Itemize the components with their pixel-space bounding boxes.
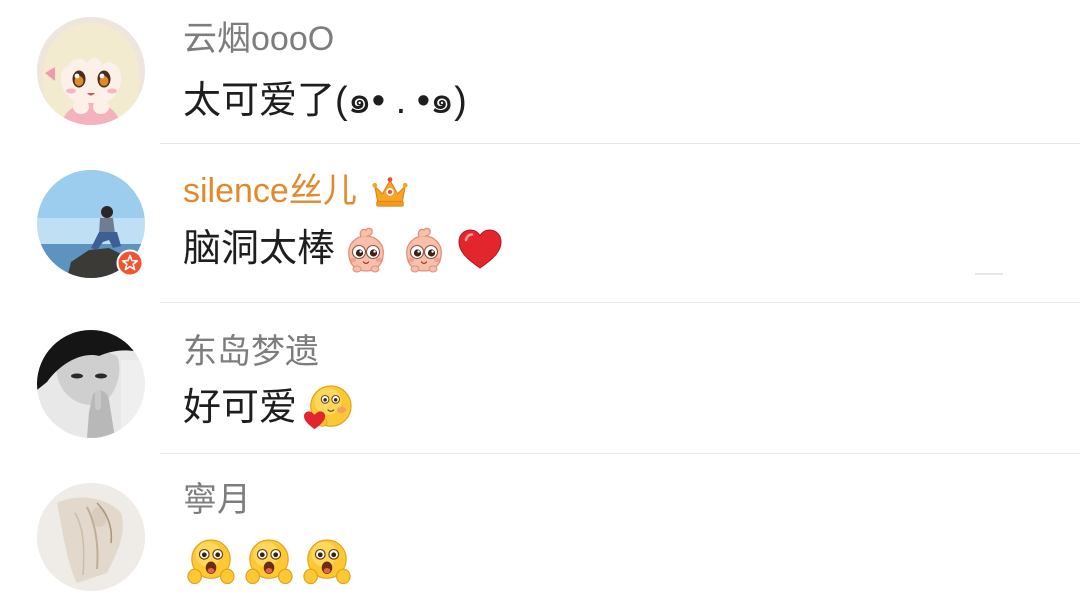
comment-text: 好可爱 <box>183 387 298 429</box>
avatar-image <box>37 483 145 591</box>
hands-face-emoji <box>185 538 237 586</box>
divider-mark <box>975 273 1003 275</box>
comment-item: 寧月 <box>0 454 1080 604</box>
hands-face-emoji <box>301 538 353 586</box>
comment-item: 东岛梦遗 好可爱 <box>0 303 1080 453</box>
comment-content: 脑洞太棒 <box>183 224 504 274</box>
username[interactable]: silence丝儿 <box>183 170 357 212</box>
comment-list: 云烟oooO 太可爱了(๑• . •๑) silence丝儿 脑洞太棒 东岛梦遗… <box>0 0 1080 604</box>
username[interactable]: 寧月 <box>183 479 251 521</box>
username-line: 云烟oooO <box>183 18 334 60</box>
comment-text: 太可爱了(๑• . •๑) <box>183 80 467 122</box>
comment-text: 脑洞太棒 <box>183 228 336 270</box>
comment-content: 好可爱 <box>183 383 354 433</box>
blushing-heart-emoji <box>302 384 354 432</box>
avatar-image <box>37 330 145 438</box>
username-line: silence丝儿 <box>183 170 409 212</box>
user-avatar[interactable] <box>37 17 145 125</box>
star-badge-icon <box>116 249 144 277</box>
username[interactable]: 东岛梦遗 <box>183 331 319 373</box>
comment-content: 太可爱了(๑• . •๑) <box>183 76 467 126</box>
red-heart-emoji <box>456 227 504 271</box>
username[interactable]: 云烟oooO <box>183 18 334 60</box>
username-line: 东岛梦遗 <box>183 331 319 373</box>
avatar-image <box>37 17 145 125</box>
username-line: 寧月 <box>183 479 251 521</box>
pink-creature-emoji <box>398 225 450 273</box>
user-avatar[interactable] <box>37 483 145 591</box>
comment-content <box>183 537 353 587</box>
pink-creature-emoji <box>340 225 392 273</box>
crown-icon[interactable] <box>371 172 409 210</box>
hands-face-emoji <box>243 538 295 586</box>
user-avatar[interactable] <box>37 330 145 438</box>
comment-item: silence丝儿 脑洞太棒 <box>0 144 1080 302</box>
comment-item: 云烟oooO 太可爱了(๑• . •๑) <box>0 0 1080 143</box>
